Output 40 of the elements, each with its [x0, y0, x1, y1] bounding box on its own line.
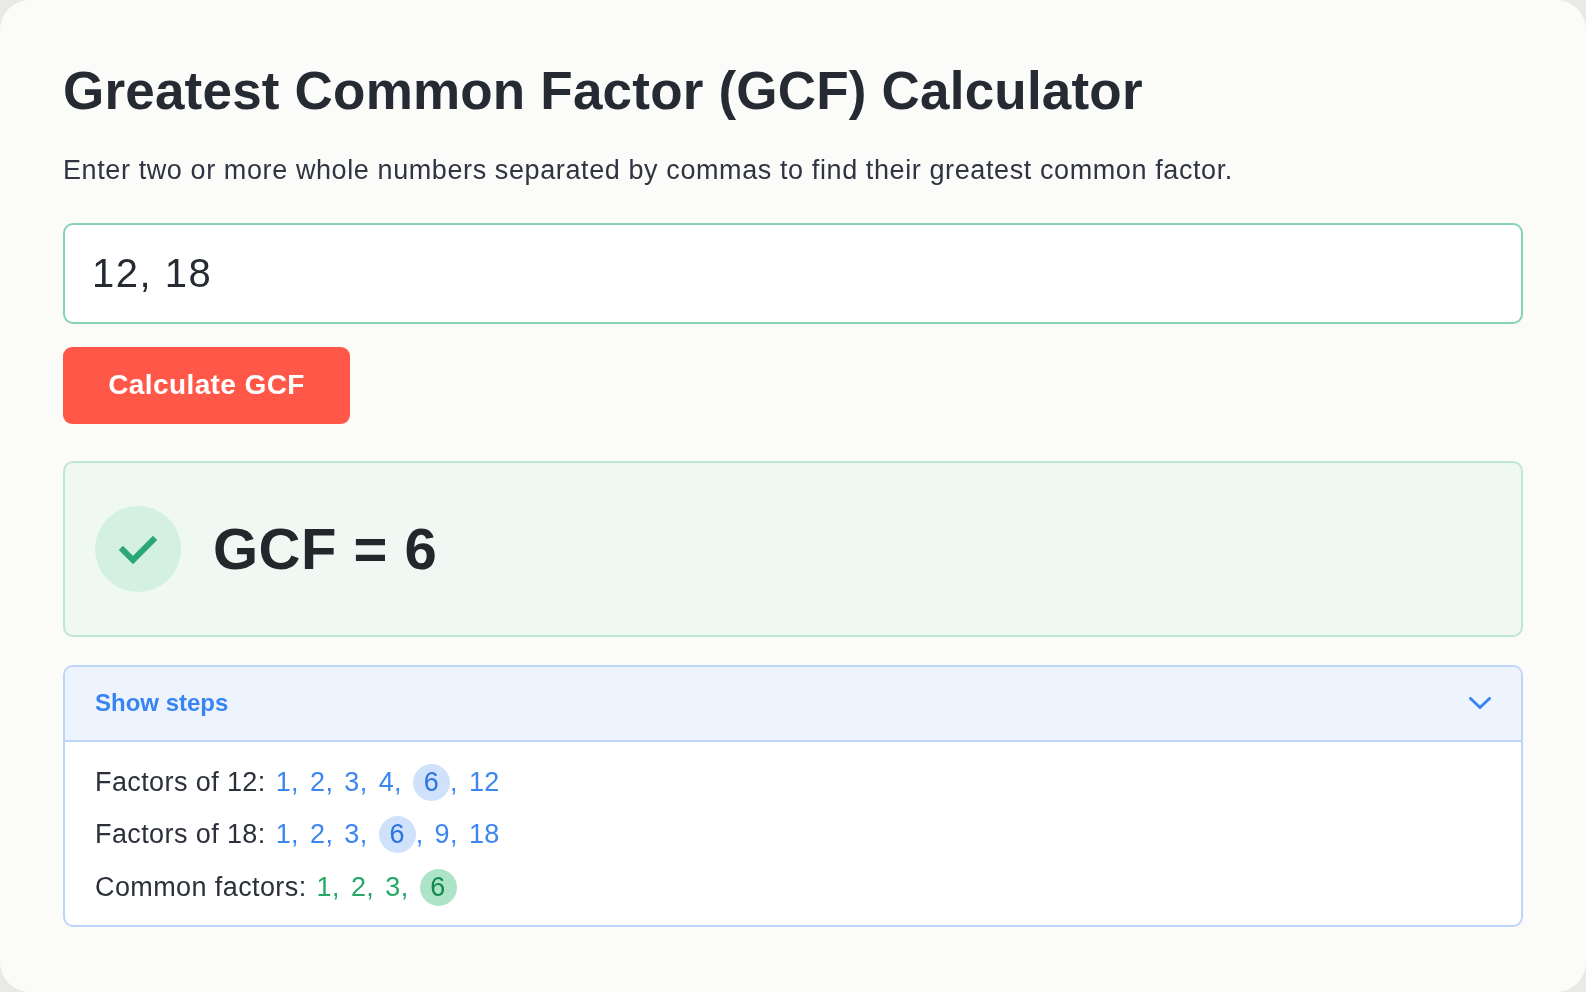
list-comma: ,: [366, 870, 375, 904]
result-text: GCF = 6: [213, 515, 438, 584]
step-label: Factors of 12:: [95, 765, 266, 799]
factor-number: 4: [378, 768, 395, 796]
factor-number: 3: [385, 873, 401, 901]
instructions-text: Enter two or more whole numbers separated by commas to find their greatest common factor.: [63, 153, 1234, 187]
factor-number: 1: [316, 873, 332, 901]
page-title: Greatest Common Factor (GCF) Calculator: [63, 61, 1144, 122]
factor-number: 9: [434, 821, 450, 849]
factor-number: 1: [275, 821, 292, 849]
factor-number: 18: [468, 821, 500, 849]
list-comma: ,: [359, 765, 368, 799]
highlighted-factor: 6: [413, 763, 450, 801]
numbers-input-field[interactable]: 12, 18: [63, 222, 1523, 324]
factor-number: 2: [310, 768, 326, 796]
list-comma: ,: [325, 818, 334, 852]
list-comma: ,: [450, 765, 458, 799]
highlighted-factor: 6: [378, 816, 416, 854]
highlighted-factor: 6: [419, 868, 457, 906]
step-label: Common factors:: [95, 870, 307, 904]
factor-number: 1: [275, 768, 292, 796]
factor-number: 2: [350, 873, 367, 901]
factor-number: 2: [310, 821, 326, 849]
list-comma: ,: [415, 818, 424, 852]
factor-number: 3: [344, 768, 360, 796]
step-label: Factors of 18:: [95, 818, 266, 852]
check-icon: [95, 505, 181, 592]
list-comma: ,: [332, 870, 340, 904]
calculate-button[interactable]: Calculate GCF: [63, 346, 350, 424]
list-comma: ,: [291, 765, 299, 799]
list-comma: ,: [394, 765, 402, 799]
list-comma: ,: [400, 870, 409, 904]
list-comma: ,: [325, 765, 334, 799]
show-steps-toggle[interactable]: Show steps: [65, 666, 1521, 742]
factor-number: 12: [468, 768, 500, 796]
list-comma: ,: [359, 818, 368, 852]
chevron-icon: [1469, 697, 1491, 710]
list-comma: ,: [291, 818, 299, 852]
factor-number: 3: [344, 821, 360, 849]
list-comma: ,: [450, 818, 458, 852]
